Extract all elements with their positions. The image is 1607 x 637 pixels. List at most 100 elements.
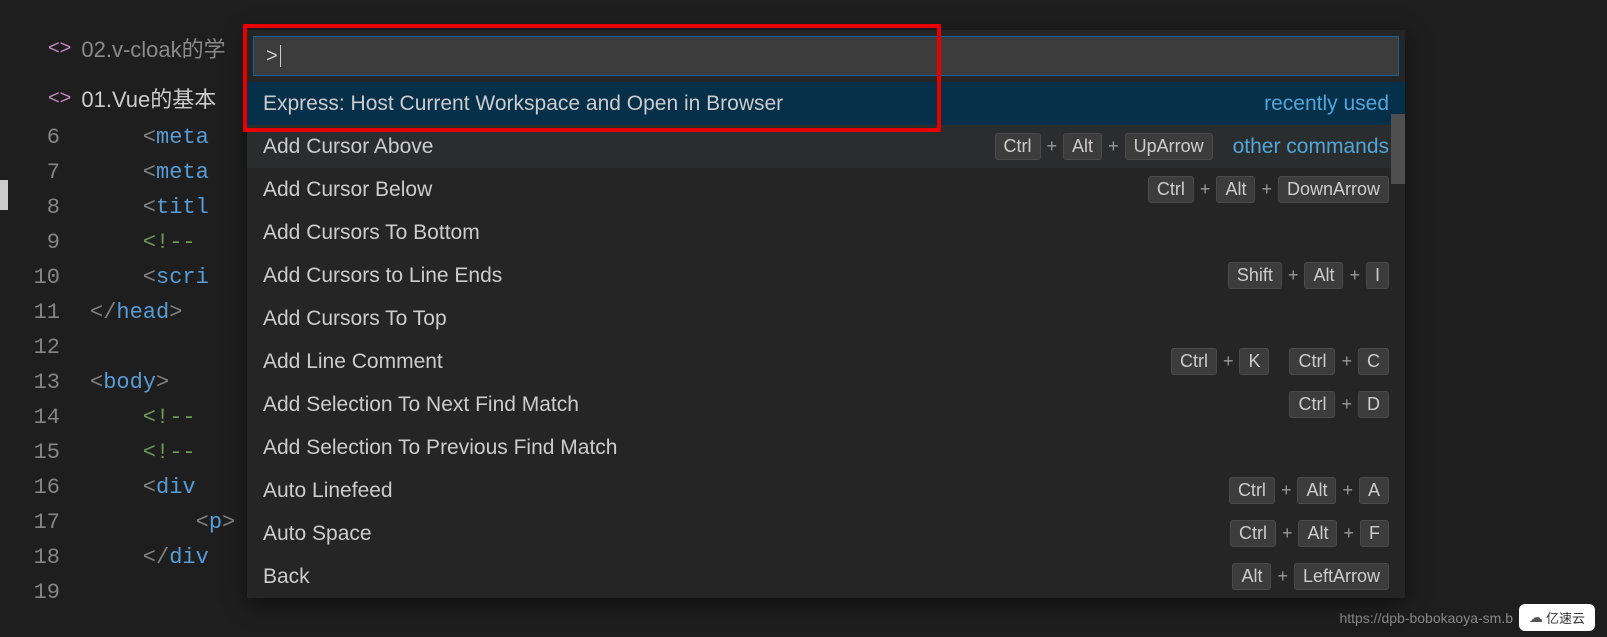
line-number: 13 [30,365,90,400]
editor-line[interactable]: 16 <div [30,470,235,505]
code-content: <div [90,470,196,505]
tab-nested[interactable]: <> 01.Vue的基本 [48,82,216,114]
code-content: <!-- [90,435,196,470]
line-number: 15 [30,435,90,470]
code-content: <!-- [90,225,196,260]
keybinding: Ctrl+Alt+F [1230,520,1389,547]
command-label: Back [263,565,310,589]
editor-line[interactable]: 10 <scri [30,260,235,295]
line-number: 6 [30,120,90,155]
keybinding: Shift+Alt+I [1228,262,1389,289]
line-number: 8 [30,190,90,225]
keybinding: Ctrl+Alt+A [1229,477,1389,504]
command-item[interactable]: Add Cursor AboveCtrl+Alt+UpArrowother co… [247,125,1405,168]
editor-line[interactable]: 6 <meta [30,120,235,155]
command-label: Add Line Comment [263,350,443,374]
key: DownArrow [1278,176,1389,203]
line-number: 19 [30,575,90,610]
command-item[interactable]: Express: Host Current Workspace and Open… [247,82,1405,125]
command-label: Add Selection To Previous Find Match [263,436,617,460]
command-right: Ctrl+D [1289,391,1389,418]
editor-line[interactable]: 15 <!-- [30,435,235,470]
editor-line[interactable]: 19 [30,575,235,610]
plus: + [1281,480,1292,501]
command-item[interactable]: Auto LinefeedCtrl+Alt+A [247,469,1405,512]
tab-label: 01.Vue的基本 [81,82,216,114]
command-label: Add Cursor Below [263,178,432,202]
editor-line[interactable]: 18 </div [30,540,235,575]
code-icon: <> [48,37,71,60]
command-prompt: > [266,45,278,68]
cloud-icon: ☁ [1529,609,1543,626]
plus: + [1288,265,1299,286]
key: Alt [1216,176,1255,203]
line-number: 10 [30,260,90,295]
editor-line[interactable]: 11</head> [30,295,235,330]
key: Ctrl [1289,391,1335,418]
key: LeftArrow [1294,563,1389,590]
key: Alt [1063,133,1102,160]
tabs-area: <> 02.v-cloak的学 [30,20,244,76]
command-right: Ctrl+Alt+UpArrowother commands [995,133,1389,160]
activity-indicator [0,180,8,210]
code-content: <p> [90,505,235,540]
plus: + [1341,351,1352,372]
command-right: Ctrl+Alt+DownArrow [1148,176,1389,203]
key: UpArrow [1125,133,1213,160]
scrollbar[interactable] [1391,114,1405,184]
command-item[interactable]: BackAlt+LeftArrow [247,555,1405,598]
command-item[interactable]: Add Line CommentCtrl+KCtrl+C [247,340,1405,383]
editor-line[interactable]: 7 <meta [30,155,235,190]
command-right: Ctrl+Alt+F [1230,520,1389,547]
command-item[interactable]: Auto SpaceCtrl+Alt+F [247,512,1405,555]
plus: + [1223,351,1234,372]
plus: + [1261,179,1272,200]
editor-line[interactable]: 12 [30,330,235,365]
command-label: Add Cursor Above [263,135,433,159]
command-input[interactable]: > [253,36,1399,76]
command-item[interactable]: Add Cursors To Top [247,297,1405,340]
keybinding: Ctrl+Alt+UpArrow [995,133,1213,160]
plus: + [1047,136,1058,157]
key: K [1239,348,1269,375]
line-number: 16 [30,470,90,505]
code-content: <titl [90,190,209,225]
command-label: Add Selection To Next Find Match [263,393,579,417]
plus: + [1277,566,1288,587]
keybinding: Ctrl+D [1289,391,1389,418]
keybinding: Ctrl+Alt+DownArrow [1148,176,1389,203]
keybinding: Ctrl+C [1289,348,1389,375]
editor-line[interactable]: 9 <!-- [30,225,235,260]
editor-line[interactable]: 17 <p> [30,505,235,540]
key: F [1360,520,1389,547]
plus: + [1282,523,1293,544]
key: Alt [1304,262,1343,289]
command-palette: > Express: Host Current Workspace and Op… [247,30,1405,598]
command-right: recently used [1264,92,1389,116]
line-number: 11 [30,295,90,330]
key: Ctrl [1230,520,1276,547]
command-right: Ctrl+Alt+A [1229,477,1389,504]
command-label: Add Cursors To Bottom [263,221,480,245]
key: Shift [1228,262,1282,289]
key: Alt [1297,477,1336,504]
key: I [1366,262,1389,289]
command-item[interactable]: Add Cursors to Line EndsShift+Alt+I [247,254,1405,297]
line-number: 18 [30,540,90,575]
code-content: <!-- [90,400,196,435]
editor-line[interactable]: 8 <titl [30,190,235,225]
code-content: <body> [90,365,169,400]
command-item[interactable]: Add Selection To Previous Find Match [247,426,1405,469]
plus: + [1343,523,1354,544]
code-content: </div [90,540,209,575]
command-item[interactable]: Add Selection To Next Find Match Ctrl+D [247,383,1405,426]
command-right: Ctrl+KCtrl+C [1171,348,1389,375]
editor-line[interactable]: 14 <!-- [30,400,235,435]
command-item[interactable]: Add Cursor BelowCtrl+Alt+DownArrow [247,168,1405,211]
tab-active[interactable]: <> 02.v-cloak的学 [30,20,244,76]
editor[interactable]: 6 <meta7 <meta8 <titl9 <!--10 <scri11</h… [30,120,235,610]
code-content: <meta [90,155,209,190]
command-item[interactable]: Add Cursors To Bottom [247,211,1405,254]
editor-line[interactable]: 13<body> [30,365,235,400]
command-label: Auto Space [263,522,372,546]
